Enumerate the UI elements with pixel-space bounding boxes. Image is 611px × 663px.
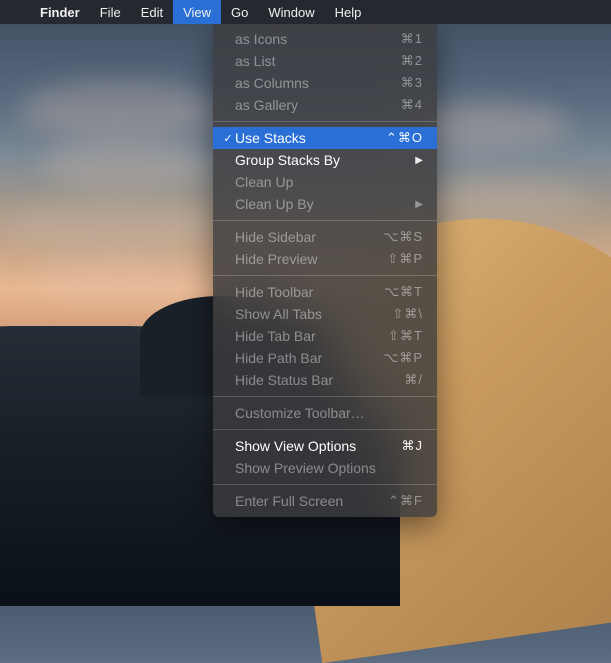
menu-item-enter-full-screen: Enter Full Screen⌃⌘F [213, 490, 437, 512]
cloud-decoration [431, 180, 591, 220]
cloud-decoration [20, 80, 220, 140]
menu-view[interactable]: View [173, 0, 221, 24]
menu-help[interactable]: Help [325, 0, 372, 24]
menu-item-show-all-tabs: Show All Tabs⇧⌘\ [213, 303, 437, 325]
menubar: Finder File Edit View Go Window Help [0, 0, 611, 24]
menu-item-as-icons: as Icons⌘1 [213, 28, 437, 50]
checkmark-icon: ✓ [221, 132, 235, 145]
menu-item-label: Use Stacks [235, 130, 386, 146]
menu-item-show-preview-options: Show Preview Options [213, 457, 437, 479]
menu-edit[interactable]: Edit [131, 0, 173, 24]
menu-separator [213, 396, 437, 397]
menu-item-shortcut: ⇧⌘\ [392, 306, 423, 322]
menu-window[interactable]: Window [258, 0, 324, 24]
menu-item-label: Enter Full Screen [235, 493, 388, 509]
menu-item-clean-up: Clean Up [213, 171, 437, 193]
menu-separator [213, 220, 437, 221]
menu-item-customize-toolbar: Customize Toolbar… [213, 402, 437, 424]
menu-item-use-stacks[interactable]: ✓Use Stacks⌃⌘O [213, 127, 437, 149]
menu-item-hide-preview: Hide Preview⇧⌘P [213, 248, 437, 270]
menu-item-hide-toolbar: Hide Toolbar⌥⌘T [213, 281, 437, 303]
menu-item-label: Show All Tabs [235, 306, 392, 322]
menu-item-hide-sidebar: Hide Sidebar⌥⌘S [213, 226, 437, 248]
menu-item-shortcut: ⌃⌘F [388, 493, 423, 509]
menu-item-label: Hide Preview [235, 251, 387, 267]
app-menu-finder[interactable]: Finder [30, 0, 90, 24]
menu-separator [213, 275, 437, 276]
view-menu-dropdown: as Icons⌘1as List⌘2as Columns⌘3as Galler… [213, 24, 437, 517]
menu-item-label: Hide Tab Bar [235, 328, 388, 344]
menu-item-shortcut: ⇧⌘T [388, 328, 423, 344]
menu-item-hide-tab-bar: Hide Tab Bar⇧⌘T [213, 325, 437, 347]
cloud-decoration [30, 260, 210, 305]
menu-item-shortcut: ⇧⌘P [387, 251, 423, 267]
menu-item-label: Show Preview Options [235, 460, 423, 476]
menu-item-as-list: as List⌘2 [213, 50, 437, 72]
chevron-right-icon: ▶ [415, 199, 423, 210]
menu-item-shortcut: ⌥⌘P [383, 350, 423, 366]
menu-item-shortcut: ⌘1 [401, 31, 423, 47]
cloud-decoration [0, 200, 220, 255]
menu-item-hide-path-bar: Hide Path Bar⌥⌘P [213, 347, 437, 369]
menu-item-label: as Icons [235, 31, 401, 47]
menu-item-show-view-options[interactable]: Show View Options⌘J [213, 435, 437, 457]
menu-item-shortcut: ⌘3 [401, 75, 423, 91]
menu-item-label: as List [235, 53, 401, 69]
menu-item-label: Group Stacks By [235, 152, 415, 168]
menu-item-hide-status-bar: Hide Status Bar⌘/ [213, 369, 437, 391]
menu-item-shortcut: ⌘/ [404, 372, 423, 388]
menu-item-group-stacks-by[interactable]: Group Stacks By▶ [213, 149, 437, 171]
menu-item-shortcut: ⌃⌘O [386, 130, 423, 146]
menu-item-shortcut: ⌘4 [401, 97, 423, 113]
menu-item-shortcut: ⌥⌘S [383, 229, 423, 245]
menu-item-shortcut: ⌥⌘T [384, 284, 423, 300]
menu-file[interactable]: File [90, 0, 131, 24]
menu-separator [213, 429, 437, 430]
menu-item-label: Hide Path Bar [235, 350, 383, 366]
menu-item-label: Hide Sidebar [235, 229, 383, 245]
menu-separator [213, 121, 437, 122]
apple-menu[interactable] [0, 0, 30, 24]
menu-item-label: Clean Up By [235, 196, 415, 212]
menu-separator [213, 484, 437, 485]
menu-item-clean-up-by: Clean Up By▶ [213, 193, 437, 215]
menu-item-shortcut: ⌘J [402, 438, 424, 454]
chevron-right-icon: ▶ [415, 155, 423, 166]
menu-item-label: as Gallery [235, 97, 401, 113]
menu-item-label: Clean Up [235, 174, 423, 190]
menu-go[interactable]: Go [221, 0, 258, 24]
menu-item-label: Hide Toolbar [235, 284, 384, 300]
menu-item-label: Hide Status Bar [235, 372, 404, 388]
menu-item-label: Customize Toolbar… [235, 405, 423, 421]
cloud-decoration [40, 140, 210, 190]
menu-item-label: as Columns [235, 75, 401, 91]
menu-item-label: Show View Options [235, 438, 402, 454]
menu-item-as-columns: as Columns⌘3 [213, 72, 437, 94]
menu-item-as-gallery: as Gallery⌘4 [213, 94, 437, 116]
menu-item-shortcut: ⌘2 [401, 53, 423, 69]
